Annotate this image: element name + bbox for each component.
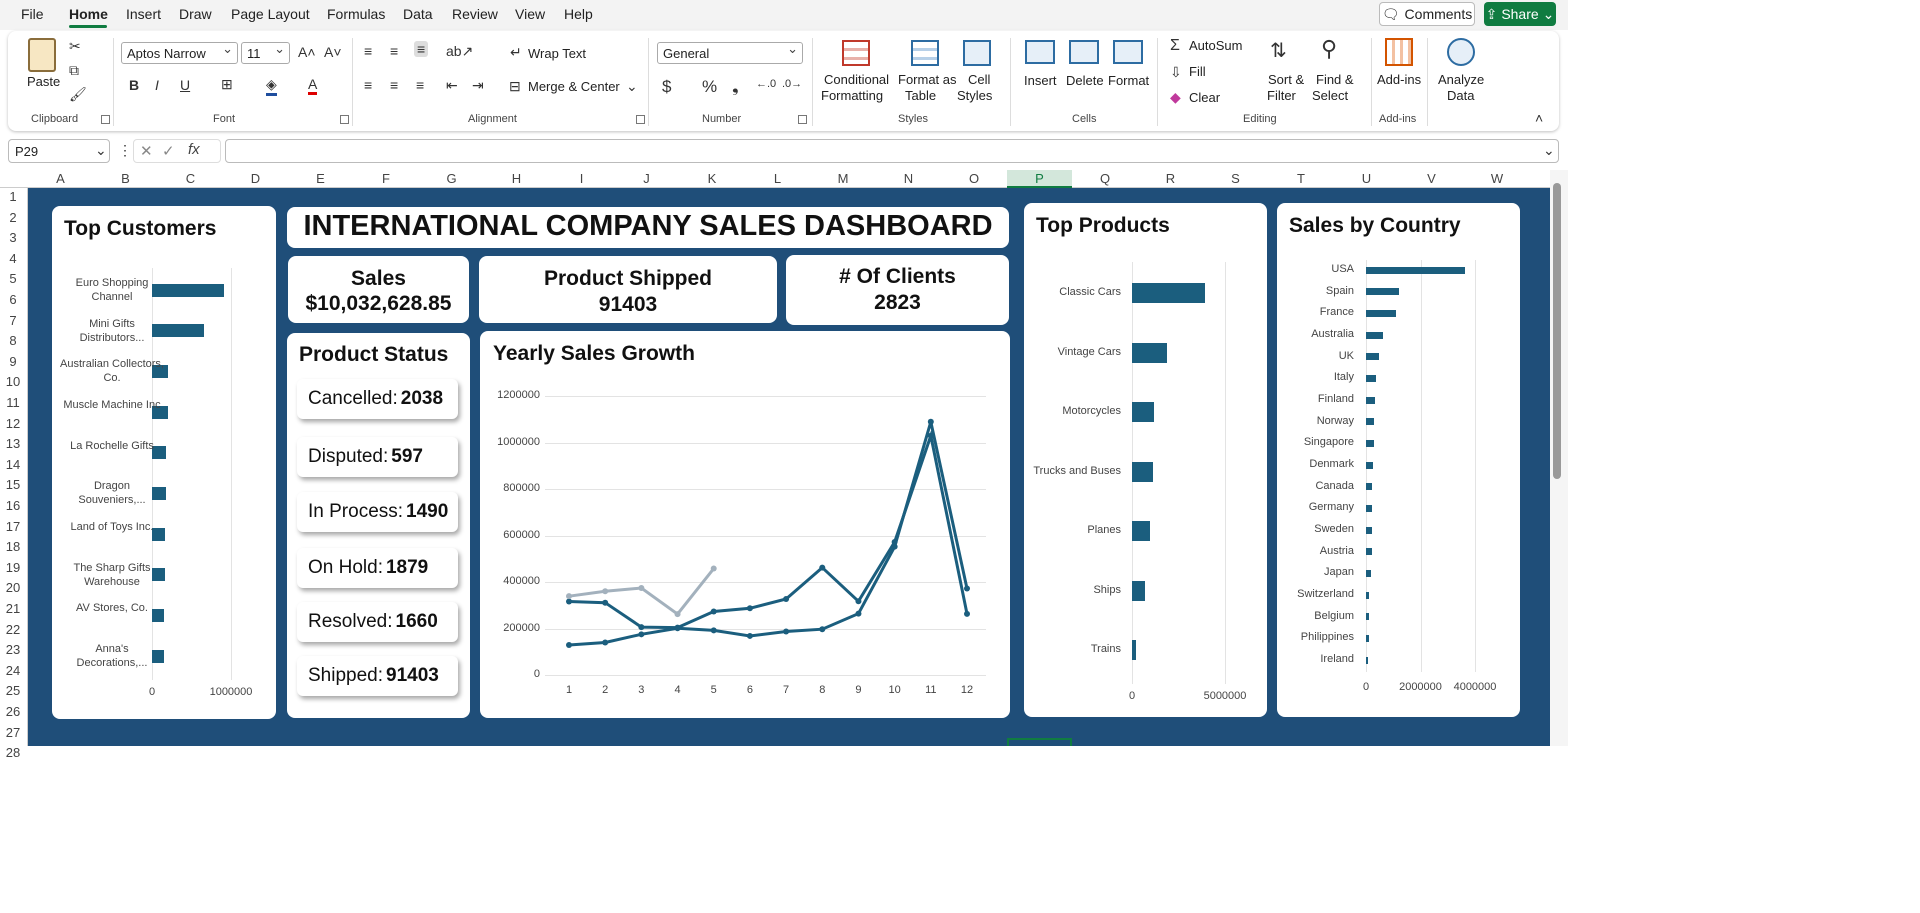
category-label: Philippines bbox=[1300, 631, 1354, 644]
bar bbox=[1366, 526, 1372, 534]
data-point bbox=[819, 626, 826, 633]
gridline bbox=[1225, 262, 1226, 684]
row-header-28[interactable]: 28 bbox=[0, 745, 26, 760]
x-tick-label: 4000000 bbox=[1453, 681, 1497, 693]
bar bbox=[1366, 266, 1465, 274]
data-point bbox=[638, 624, 645, 631]
bar bbox=[1132, 521, 1151, 541]
category-label: Germany bbox=[1308, 501, 1354, 514]
data-point bbox=[638, 631, 645, 638]
bar bbox=[1132, 283, 1205, 303]
bar bbox=[1366, 288, 1400, 296]
data-point bbox=[746, 605, 753, 612]
series-line bbox=[568, 421, 969, 647]
category-label: Classic Cars bbox=[1059, 286, 1121, 298]
category-label: Ireland bbox=[1320, 653, 1354, 665]
data-point bbox=[602, 639, 609, 646]
data-point bbox=[891, 539, 898, 546]
category-label: Ships bbox=[1093, 583, 1121, 596]
category-label: Italy bbox=[1333, 371, 1354, 384]
data-point bbox=[964, 610, 970, 617]
data-point bbox=[638, 585, 645, 592]
top-products-title: Top Products bbox=[1036, 214, 1170, 237]
bar bbox=[1366, 439, 1374, 447]
data-point bbox=[783, 595, 790, 602]
x-tick-label: 5000000 bbox=[1203, 690, 1247, 702]
sales-by-country-title: Sales by Country bbox=[1289, 214, 1461, 237]
category-label: Trains bbox=[1090, 643, 1121, 655]
data-point bbox=[927, 418, 934, 425]
bar bbox=[1132, 461, 1154, 482]
category-label: Denmark bbox=[1309, 458, 1354, 470]
x-tick-label: 0 bbox=[1128, 690, 1136, 702]
data-point bbox=[602, 588, 609, 595]
bar bbox=[1366, 331, 1384, 339]
data-point bbox=[602, 599, 609, 606]
data-point bbox=[566, 593, 572, 600]
category-label: Norway bbox=[1316, 414, 1354, 427]
data-point bbox=[566, 598, 572, 605]
category-label: Australia bbox=[1311, 328, 1354, 340]
bar bbox=[1366, 353, 1380, 361]
bar bbox=[1132, 342, 1168, 363]
series-line bbox=[568, 567, 715, 617]
data-point bbox=[855, 610, 862, 617]
category-label: Spain bbox=[1325, 284, 1354, 297]
bar bbox=[1366, 504, 1373, 512]
bar bbox=[1366, 461, 1373, 469]
data-point bbox=[710, 565, 717, 572]
data-point bbox=[710, 627, 717, 634]
data-point bbox=[927, 432, 934, 439]
bar bbox=[1132, 402, 1154, 422]
category-label: France bbox=[1319, 306, 1354, 319]
category-label: Planes bbox=[1087, 524, 1121, 536]
bar bbox=[1366, 569, 1372, 577]
bar bbox=[1366, 591, 1370, 599]
data-point bbox=[746, 632, 753, 639]
data-point bbox=[855, 598, 862, 605]
category-label: Sweden bbox=[1314, 523, 1354, 535]
data-point bbox=[674, 611, 681, 618]
data-point bbox=[783, 628, 790, 635]
category-label: Motorcycles bbox=[1062, 405, 1121, 417]
bar bbox=[1366, 483, 1373, 491]
bar bbox=[1366, 418, 1375, 426]
bar bbox=[1366, 634, 1369, 642]
bar bbox=[1366, 374, 1377, 382]
bar bbox=[1366, 613, 1369, 621]
series-line bbox=[568, 430, 969, 630]
category-label: Japan bbox=[1324, 566, 1354, 579]
bar bbox=[1132, 640, 1137, 660]
top-products-card bbox=[1024, 203, 1267, 717]
category-label: USA bbox=[1331, 263, 1354, 275]
gridline bbox=[1420, 260, 1422, 672]
category-label: Trucks and Buses bbox=[1033, 464, 1121, 477]
bar bbox=[1366, 309, 1397, 317]
data-point bbox=[674, 624, 681, 631]
bar bbox=[1366, 656, 1368, 664]
bar bbox=[1366, 548, 1372, 556]
data-point bbox=[710, 608, 717, 615]
category-label: Finland bbox=[1317, 393, 1354, 405]
gridline bbox=[1475, 260, 1476, 672]
category-label: Vintage Cars bbox=[1057, 345, 1121, 358]
category-label: Austria bbox=[1319, 544, 1354, 557]
category-label: Canada bbox=[1315, 479, 1354, 492]
category-label: Singapore bbox=[1303, 436, 1354, 449]
bar bbox=[1366, 396, 1375, 404]
category-label: Switzerland bbox=[1297, 588, 1354, 600]
bar bbox=[1132, 580, 1146, 601]
category-label: Belgium bbox=[1314, 609, 1354, 622]
data-point bbox=[566, 642, 572, 649]
category-label: UK bbox=[1338, 349, 1354, 362]
data-point bbox=[819, 564, 826, 571]
data-point bbox=[964, 585, 970, 592]
